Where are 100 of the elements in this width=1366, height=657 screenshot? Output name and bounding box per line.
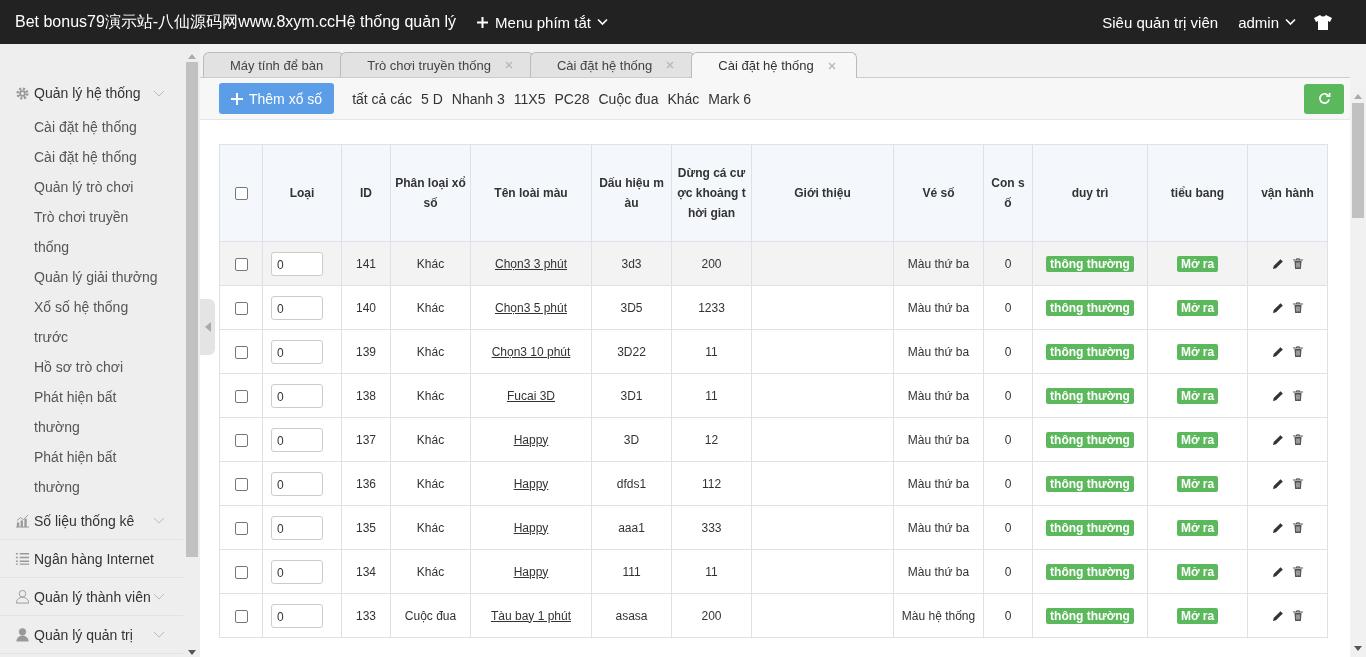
lottery-name-link[interactable]: Happy bbox=[513, 564, 549, 579]
sidebar-group[interactable]: Quản lý hệ thống bbox=[0, 80, 183, 106]
lottery-name-link[interactable]: Fucai 3D bbox=[507, 388, 555, 403]
table-cell: 0 bbox=[983, 461, 1033, 506]
collapse-handle[interactable] bbox=[200, 299, 215, 355]
status-badge: Mở ra bbox=[1176, 299, 1219, 316]
trash-icon[interactable] bbox=[1293, 390, 1303, 401]
order-input[interactable]: 0 bbox=[271, 471, 323, 496]
table-cell: Màu thứ ba bbox=[893, 417, 984, 462]
site-title: Bet bonus79演示站-八仙源码网www.8xym.ccHệ thống quản lý bbox=[15, 11, 457, 32]
filter-link[interactable]: Khác bbox=[667, 90, 700, 107]
table-cell: 200 bbox=[671, 241, 752, 286]
table-cell: Màu thứ ba bbox=[893, 549, 984, 594]
table-cell: Màu thứ ba bbox=[893, 461, 984, 506]
trash-icon[interactable] bbox=[1293, 258, 1303, 269]
edit-icon[interactable] bbox=[1272, 345, 1284, 358]
edit-icon[interactable] bbox=[1272, 609, 1284, 622]
lottery-name-link[interactable]: Happy bbox=[513, 520, 549, 535]
table-cell: Màu thứ ba bbox=[893, 505, 984, 550]
sidebar-item[interactable]: Trò chơi truyền thống bbox=[0, 202, 166, 262]
shortcut-menu-button[interactable]: Menu phím tắt bbox=[476, 13, 608, 31]
sidebar-item[interactable]: Cài đặt hệ thống bbox=[0, 142, 166, 172]
tab[interactable]: Cài đặt hệ thống bbox=[691, 52, 857, 78]
table-cell: Khác bbox=[390, 285, 471, 330]
edit-icon[interactable] bbox=[1272, 433, 1284, 446]
row-checkbox[interactable] bbox=[234, 433, 248, 447]
table-cell: 112 bbox=[671, 461, 752, 506]
row-checkbox[interactable] bbox=[234, 521, 248, 535]
scroll-down-icon[interactable] bbox=[187, 650, 196, 655]
order-input[interactable]: 0 bbox=[271, 383, 323, 408]
sidebar-group[interactable]: Quản lý quản trị bbox=[0, 616, 183, 654]
shirt-icon[interactable] bbox=[1314, 14, 1332, 30]
row-checkbox[interactable] bbox=[234, 565, 248, 579]
order-input[interactable]: 0 bbox=[271, 559, 323, 584]
scrollbar-thumb[interactable] bbox=[1352, 103, 1364, 218]
lottery-name-link[interactable]: Happy bbox=[513, 476, 549, 491]
lottery-name-link[interactable]: Happy bbox=[513, 432, 549, 447]
sidebar-item[interactable]: Cài đặt hệ thống bbox=[0, 112, 166, 142]
edit-icon[interactable] bbox=[1272, 257, 1284, 270]
edit-icon[interactable] bbox=[1272, 565, 1284, 578]
column-header: Giới thiệu bbox=[751, 144, 894, 242]
filter-link[interactable]: tất cả các bbox=[352, 90, 413, 107]
order-input[interactable]: 0 bbox=[271, 515, 323, 540]
trash-icon[interactable] bbox=[1293, 522, 1303, 533]
filter-link[interactable]: 11X5 bbox=[513, 90, 546, 107]
filter-link[interactable]: PC28 bbox=[554, 90, 590, 107]
column-header: Con số bbox=[983, 144, 1033, 242]
column-header: vận hành bbox=[1247, 144, 1328, 242]
sidebar-item[interactable]: Phát hiện bất thường bbox=[0, 382, 166, 442]
filter-link[interactable]: Mark 6 bbox=[708, 90, 752, 107]
row-checkbox[interactable] bbox=[234, 345, 248, 359]
sidebar-item[interactable]: Quản lý giải thưởng bbox=[0, 262, 166, 292]
row-checkbox[interactable] bbox=[234, 257, 248, 271]
filter-link[interactable]: Nhanh 3 bbox=[451, 90, 505, 107]
sidebar-group[interactable]: Quản lý thành viên bbox=[0, 578, 183, 616]
sidebar-item[interactable]: Quản lý trò chơi bbox=[0, 172, 166, 202]
row-checkbox[interactable] bbox=[234, 301, 248, 315]
trash-icon[interactable] bbox=[1293, 610, 1303, 621]
order-input[interactable]: 0 bbox=[271, 427, 323, 452]
order-input[interactable]: 0 bbox=[271, 603, 323, 628]
trash-icon[interactable] bbox=[1293, 478, 1303, 489]
trash-icon[interactable] bbox=[1293, 346, 1303, 357]
user-menu-button[interactable]: admin bbox=[1238, 13, 1296, 31]
trash-icon[interactable] bbox=[1293, 302, 1303, 313]
order-input[interactable]: 0 bbox=[271, 251, 323, 276]
edit-icon[interactable] bbox=[1272, 389, 1284, 402]
order-input[interactable]: 0 bbox=[271, 339, 323, 364]
status-badge: thông thường bbox=[1046, 299, 1134, 316]
table-cell: Màu thứ ba bbox=[893, 241, 984, 286]
edit-icon[interactable] bbox=[1272, 477, 1284, 490]
sidebar-group[interactable]: Ngân hàng Internet bbox=[0, 540, 183, 578]
table-cell: Màu thứ ba bbox=[893, 373, 984, 418]
scrollbar-thumb[interactable] bbox=[185, 62, 198, 557]
sidebar-item[interactable]: Xổ số hệ thống trước bbox=[0, 292, 166, 352]
table-cell: 133 bbox=[341, 593, 391, 638]
order-input[interactable]: 0 bbox=[271, 295, 323, 320]
person-icon bbox=[15, 627, 30, 642]
table-cell: dfds1 bbox=[591, 461, 672, 506]
row-checkbox[interactable] bbox=[234, 477, 248, 491]
table-cell: 0 bbox=[983, 417, 1033, 462]
table-cell: 134 bbox=[341, 549, 391, 594]
table-cell: 0 bbox=[983, 241, 1033, 286]
trash-icon[interactable] bbox=[1293, 434, 1303, 445]
status-badge: thông thường bbox=[1046, 431, 1134, 448]
table-cell: 3D22 bbox=[591, 329, 672, 374]
edit-icon[interactable] bbox=[1272, 521, 1284, 534]
select-all-checkbox[interactable] bbox=[234, 187, 248, 201]
trash-icon[interactable] bbox=[1293, 566, 1303, 577]
status-badge: Mở ra bbox=[1176, 431, 1219, 448]
person-icon bbox=[15, 589, 30, 604]
row-checkbox[interactable] bbox=[234, 389, 248, 403]
edit-icon[interactable] bbox=[1272, 301, 1284, 314]
sidebar-group[interactable]: Số liệu thống kê bbox=[0, 502, 183, 540]
row-checkbox[interactable] bbox=[234, 609, 248, 623]
sidebar-item[interactable]: Phát hiện bất thường bbox=[0, 442, 166, 502]
filter-link[interactable]: 5 D bbox=[421, 90, 443, 107]
table-cell: asasa bbox=[591, 593, 672, 638]
filter-link[interactable]: Cuộc đua bbox=[598, 90, 659, 107]
scroll-down-icon[interactable] bbox=[1354, 646, 1362, 651]
sidebar-item[interactable]: Hồ sơ trò chơi bbox=[0, 352, 166, 382]
